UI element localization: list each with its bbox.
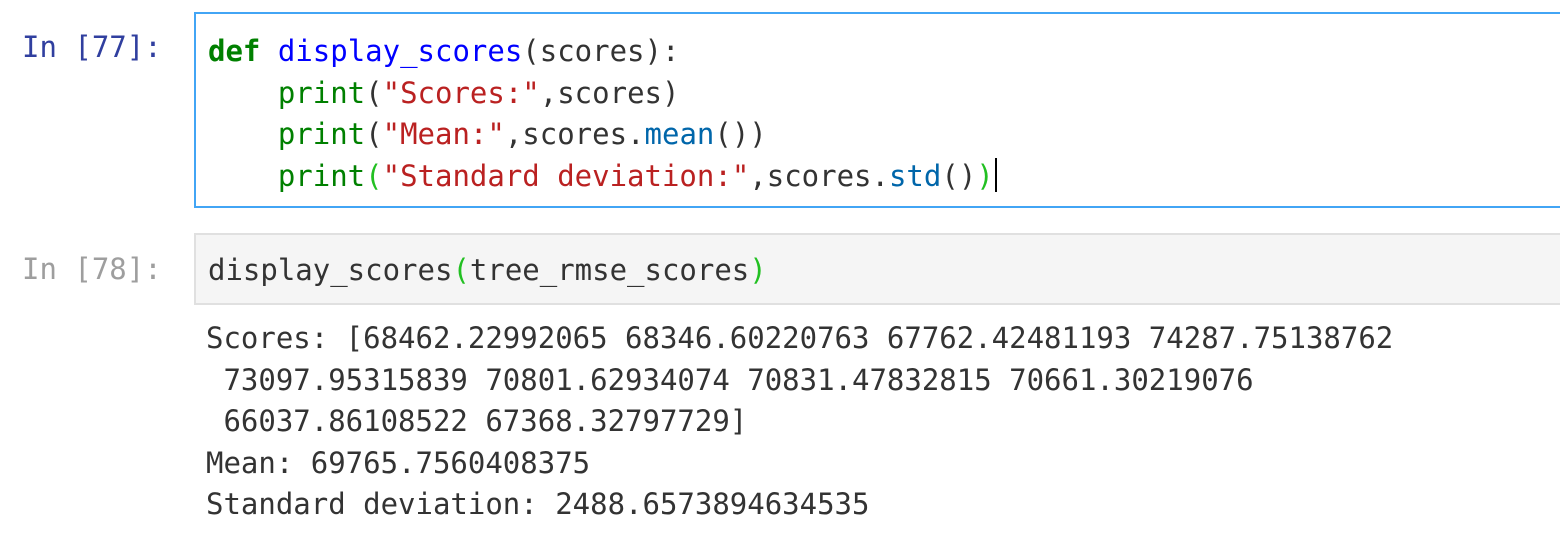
code-token: ()) xyxy=(714,117,767,151)
code-token: ,scores. xyxy=(749,158,889,193)
code-token: "Mean:" xyxy=(382,117,505,151)
code-token: ,scores) xyxy=(539,75,680,110)
code-token: ) xyxy=(976,158,994,193)
code-token: display_scores xyxy=(208,253,453,287)
code-token: () xyxy=(941,158,977,193)
code-token: print xyxy=(277,117,366,151)
output-line: 73097.95315839 70801.62934074 70831.4783… xyxy=(206,362,1254,397)
code-token: ( xyxy=(452,253,470,287)
input-prompt: In [78]: xyxy=(22,252,162,286)
code-editor[interactable]: display_scores(tree_rmse_scores) xyxy=(194,233,1560,305)
code-token: display_scores xyxy=(277,34,523,68)
output-line: Standard deviation: 2488.6573894634535 xyxy=(206,487,870,521)
code-token: "Scores:" xyxy=(382,75,540,110)
code-token: std xyxy=(888,158,942,193)
code-token: def xyxy=(208,34,261,68)
output-line: Scores: [68462.22992065 68346.60220763 6… xyxy=(206,321,1394,355)
code-token: ( xyxy=(365,75,383,110)
code-token: print xyxy=(277,75,366,110)
code-line[interactable]: display_scores(tree_rmse_scores) xyxy=(208,250,1560,292)
code-line[interactable]: print("Scores:",scores) xyxy=(208,73,1560,115)
code-token: ,scores. xyxy=(504,117,645,151)
code-token: print xyxy=(277,158,366,193)
code-line[interactable]: def display_scores(scores): xyxy=(208,31,1560,73)
code-editor[interactable]: def display_scores(scores): print("Score… xyxy=(194,12,1560,208)
output-line: Mean: 69765.7560408375 xyxy=(206,445,591,480)
code-token: ( xyxy=(365,158,383,193)
code-line[interactable]: print("Mean:",scores.mean()) xyxy=(208,114,1560,156)
input-prompt: In [77]: xyxy=(22,30,162,64)
code-line[interactable]: print("Standard deviation:",scores.std()… xyxy=(208,156,1560,198)
code-token: ( xyxy=(365,117,383,151)
cell-output: Scores: [68462.22992065 68346.60220763 6… xyxy=(206,318,1393,526)
text-cursor xyxy=(994,157,997,192)
output-line: 66037.86108522 67368.32797729] xyxy=(206,404,748,438)
code-token: "Standard deviation:" xyxy=(382,158,750,193)
code-token: mean xyxy=(644,117,715,151)
code-token: tree_rmse_scores xyxy=(469,253,750,287)
code-token: ) xyxy=(749,253,767,287)
code-token: (scores): xyxy=(522,34,680,68)
